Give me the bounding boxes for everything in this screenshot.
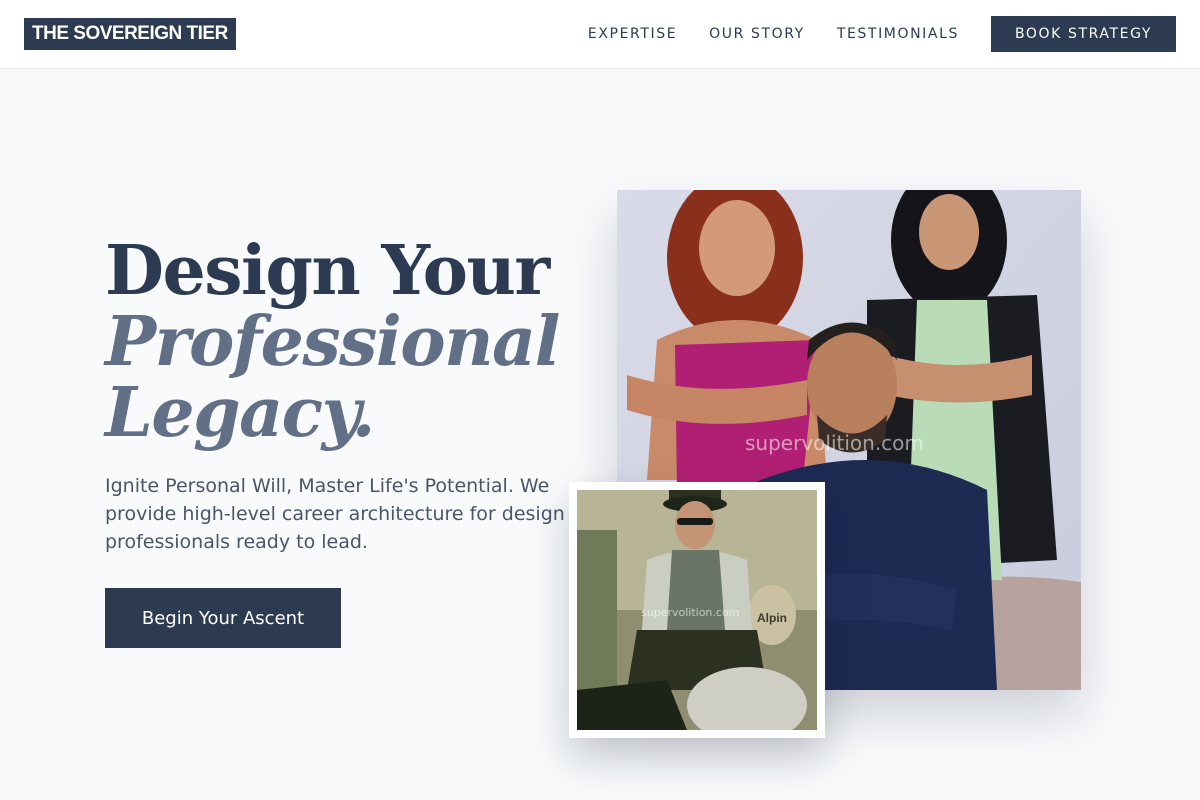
headline-line-2: Professional bbox=[105, 302, 560, 382]
main-nav: EXPERTISE OUR STORY TESTIMONIALS BOOK ST… bbox=[588, 16, 1176, 52]
inset-photo-watermark: supervolition.com bbox=[641, 606, 739, 619]
headline-line-3: Legacy. bbox=[105, 373, 375, 453]
nav-link-testimonials[interactable]: TESTIMONIALS bbox=[837, 26, 959, 42]
main-photo-watermark: supervolition.com bbox=[745, 431, 924, 455]
hero-headline: Design Your Professional Legacy. bbox=[105, 231, 560, 453]
logo[interactable]: THE SOVEREIGN TIER bbox=[24, 18, 236, 50]
book-strategy-button[interactable]: BOOK STRATEGY bbox=[990, 16, 1176, 52]
hero-subtext: Ignite Personal Will, Master Life's Pote… bbox=[105, 475, 565, 553]
site-header: THE SOVEREIGN TIER EXPERTISE OUR STORY T… bbox=[0, 0, 1200, 69]
headline-line-1: Design Your bbox=[105, 231, 550, 311]
inset-photo-frame: Alpin supervolition.com bbox=[569, 482, 825, 738]
begin-ascent-button[interactable]: Begin Your Ascent bbox=[105, 588, 341, 648]
coachman-photo: Alpin supervolition.com bbox=[577, 490, 817, 730]
nav-link-expertise[interactable]: EXPERTISE bbox=[588, 26, 677, 42]
inset-sign-text: Alpin bbox=[757, 611, 787, 625]
nav-link-our-story[interactable]: OUR STORY bbox=[709, 26, 805, 42]
